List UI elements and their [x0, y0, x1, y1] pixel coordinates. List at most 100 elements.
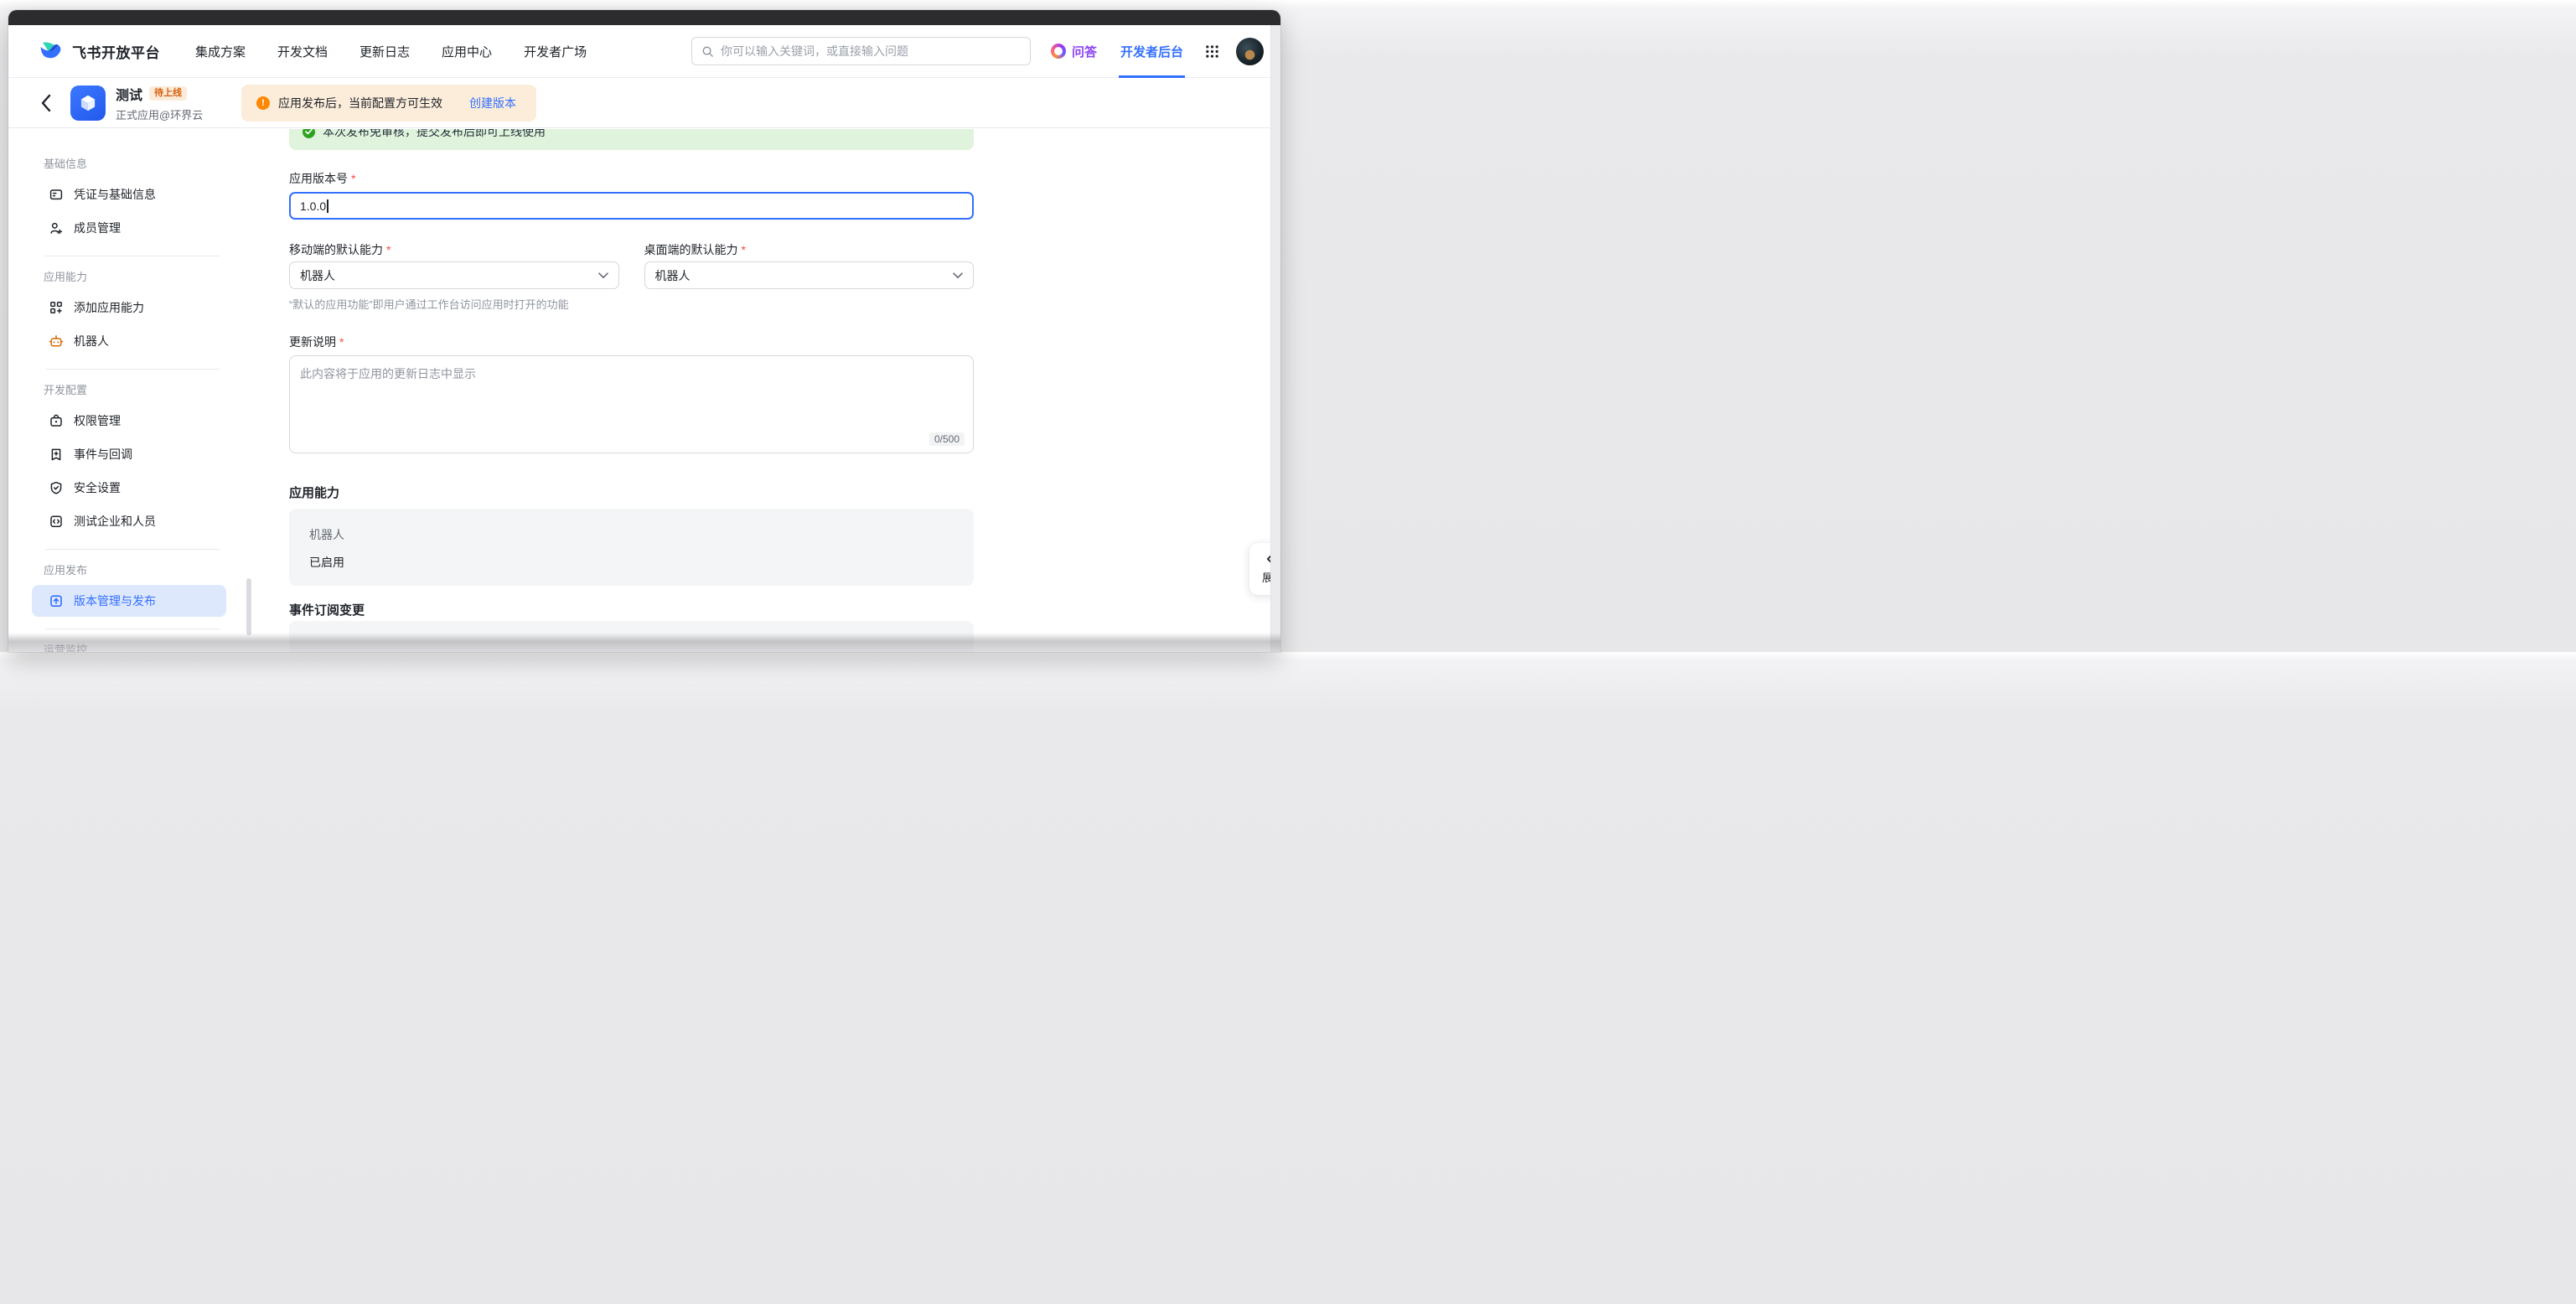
bookmark-plus-icon	[49, 447, 64, 462]
app-subtitle: 正式应用@环界云	[116, 106, 203, 122]
version-value: 1.0.0	[300, 199, 326, 213]
user-avatar[interactable]	[1236, 38, 1264, 65]
nav-item-integrations[interactable]: 集成方案	[195, 43, 246, 60]
chevron-down-icon	[598, 272, 608, 279]
publish-warning-banner: ! 应用发布后，当前配置方可生效 创建版本	[241, 85, 536, 122]
sidebar-section-ops-monitoring: 运营监控	[44, 643, 228, 652]
check-circle-icon	[303, 129, 315, 138]
capability-status: 已启用	[309, 554, 954, 571]
feishu-logo[interactable]: 飞书开放平台	[39, 39, 160, 64]
sidebar-section-capabilities: 应用能力	[44, 270, 228, 285]
capability-section-title: 应用能力	[289, 484, 974, 499]
main-content: 本次发布免审核，提交发布后即可上线使用 应用版本号* 1.0.0 移动端的默认能…	[289, 128, 974, 652]
shield-check-icon	[49, 480, 64, 495]
sidebar-item-label: 权限管理	[74, 412, 121, 429]
sidebar-item-credentials[interactable]: 凭证与基础信息	[32, 179, 226, 210]
nav-right-cluster: 问答 开发者后台	[1051, 25, 1264, 78]
changelog-placeholder: 此内容将于应用的更新日志中显示	[300, 367, 476, 380]
sidebar-section-release: 应用发布	[44, 563, 228, 578]
warning-text: 应用发布后，当前配置方可生效	[278, 95, 442, 111]
sidebar-divider	[45, 549, 220, 550]
primary-nav: 集成方案 开发文档 更新日志 应用中心 开发者广场	[195, 43, 587, 60]
sidebar-section-basic-info: 基础信息	[44, 157, 228, 172]
sidebar-divider	[45, 369, 220, 370]
brand-name: 飞书开放平台	[72, 41, 160, 62]
app-header: 测试 待上线 正式应用@环界云 ! 应用发布后，当前配置方可生效 创建版本	[8, 78, 1280, 128]
sidebar-item-label: 安全设置	[74, 479, 121, 496]
success-banner: 本次发布免审核，提交发布后即可上线使用	[289, 129, 974, 150]
chevron-down-icon	[953, 272, 963, 279]
sidebar-item-permissions[interactable]: 权限管理	[32, 405, 226, 437]
console-label: 开发者后台	[1120, 43, 1183, 60]
char-counter: 0/500	[929, 432, 965, 446]
sidebar-item-version-release[interactable]: 版本管理与发布	[32, 585, 226, 617]
sidebar-item-label: 测试企业和人员	[74, 513, 156, 530]
nav-item-docs[interactable]: 开发文档	[277, 43, 328, 60]
code-box-icon	[49, 514, 64, 529]
robot-icon	[49, 334, 64, 349]
sidebar-item-label: 事件与回调	[74, 446, 132, 463]
sidebar: 基础信息 凭证与基础信息 成员管理 应用能力	[23, 128, 228, 652]
grid-plus-icon	[49, 300, 64, 315]
qa-entry[interactable]: 问答	[1051, 43, 1097, 60]
nav-item-marketplace[interactable]: 开发者广场	[524, 43, 587, 60]
desktop-capability-label: 桌面端的默认能力*	[644, 241, 975, 256]
page: 飞书开放平台 集成方案 开发文档 更新日志 应用中心 开发者广场 问答	[8, 25, 1280, 652]
nav-item-changelog[interactable]: 更新日志	[360, 43, 410, 60]
id-card-icon	[49, 187, 64, 202]
app-name: 测试	[116, 84, 142, 104]
briefcase-lock-icon	[49, 413, 64, 428]
capability-card: 机器人 已启用	[289, 509, 974, 586]
sidebar-item-members[interactable]: 成员管理	[32, 212, 226, 244]
sidebar-item-test-org[interactable]: 测试企业和人员	[32, 505, 226, 537]
sidebar-item-label: 凭证与基础信息	[74, 186, 156, 203]
search-icon	[701, 45, 714, 58]
sidebar-item-add-capability[interactable]: 添加应用能力	[32, 292, 226, 323]
browser-window: 飞书开放平台 集成方案 开发文档 更新日志 应用中心 开发者广场 问答	[8, 10, 1280, 652]
changelog-textarea[interactable]: 此内容将于应用的更新日志中显示 0/500	[289, 355, 974, 453]
selected-value: 机器人	[300, 267, 335, 284]
status-badge: 待上线	[149, 86, 187, 101]
chevron-left-icon	[40, 94, 52, 112]
qa-label: 问答	[1072, 43, 1097, 60]
sidebar-item-events-callbacks[interactable]: 事件与回调	[32, 438, 226, 470]
app-meta: 测试 待上线 正式应用@环界云	[116, 84, 203, 122]
events-card	[289, 621, 974, 652]
sidebar-item-label: 添加应用能力	[74, 299, 144, 316]
nav-item-app-center[interactable]: 应用中心	[442, 43, 492, 60]
version-input[interactable]: 1.0.0	[289, 192, 974, 220]
cube-icon	[77, 92, 99, 114]
required-mark: *	[386, 243, 391, 256]
sidebar-item-bot[interactable]: 机器人	[32, 325, 226, 357]
warning-icon: !	[256, 96, 270, 110]
search-input[interactable]	[721, 44, 1021, 58]
desktop-capability-select[interactable]: 机器人	[644, 261, 975, 289]
create-version-link[interactable]: 创建版本	[469, 95, 516, 111]
app-grid-icon[interactable]	[1205, 44, 1219, 59]
qa-gradient-ring-icon	[1051, 44, 1066, 59]
sidebar-section-dev-config: 开发配置	[44, 383, 228, 398]
sidebar-scrollbar-thumb[interactable]	[246, 578, 251, 635]
required-mark: *	[742, 243, 746, 256]
selected-value: 机器人	[655, 267, 691, 284]
window-titlebar	[8, 10, 1280, 25]
sidebar-item-label: 成员管理	[74, 220, 121, 236]
success-banner-text: 本次发布免审核，提交发布后即可上线使用	[323, 129, 546, 140]
capability-hint: “默认的应用功能”即用户通过工作台访问应用时打开的功能	[289, 296, 619, 312]
capability-name: 机器人	[309, 526, 954, 543]
page-scrollbar-track[interactable]	[1270, 25, 1280, 652]
mobile-capability-label: 移动端的默认能力*	[289, 241, 619, 256]
version-label: 应用版本号*	[289, 170, 974, 185]
text-cursor	[327, 199, 328, 213]
sidebar-item-label: 版本管理与发布	[74, 592, 156, 609]
sidebar-item-security[interactable]: 安全设置	[32, 472, 226, 504]
upload-box-icon	[49, 593, 64, 608]
tab-developer-console[interactable]: 开发者后台	[1119, 25, 1185, 78]
top-navigation: 飞书开放平台 集成方案 开发文档 更新日志 应用中心 开发者广场 问答	[8, 25, 1280, 78]
feishu-bird-icon	[39, 39, 64, 64]
user-plus-icon	[49, 220, 64, 235]
back-button[interactable]	[40, 94, 52, 112]
search-box[interactable]	[691, 37, 1031, 65]
changelog-label: 更新说明*	[289, 334, 974, 349]
mobile-capability-select[interactable]: 机器人	[289, 261, 619, 289]
